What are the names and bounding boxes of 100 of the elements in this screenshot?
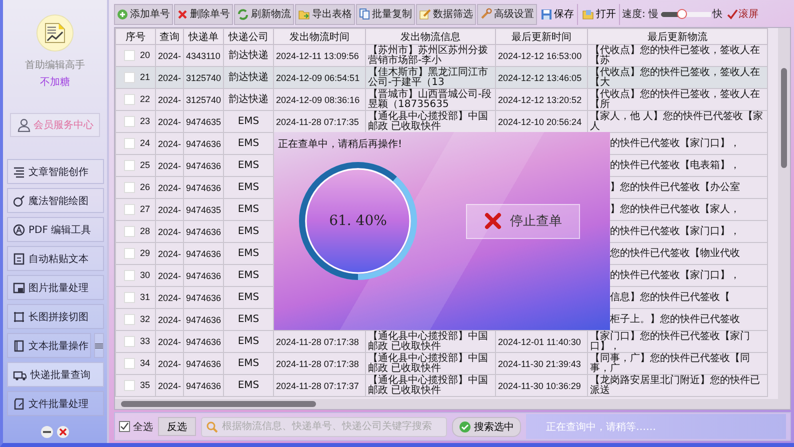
row-checkbox[interactable] (124, 270, 135, 281)
close-icon (484, 212, 502, 230)
row-number: 30 (140, 270, 150, 280)
save-icon (541, 8, 552, 20)
menu-button[interactable] (94, 333, 104, 358)
check-icon (726, 8, 738, 20)
table-cell: 9474636 (184, 132, 224, 154)
table-cell: 9474636 (184, 176, 224, 198)
row-checkbox[interactable] (124, 314, 135, 325)
notebook-icon (12, 340, 24, 352)
table-cell: EMS (224, 132, 274, 154)
open-folder-icon (582, 8, 594, 20)
row-checkbox[interactable] (124, 204, 135, 215)
table-cell: 2024-12-12 13:20:52 (496, 88, 588, 110)
row-checkbox[interactable] (124, 248, 135, 259)
horizontal-scrollbar[interactable] (115, 399, 778, 409)
row-checkbox[interactable] (124, 94, 135, 105)
table-cell: EMS (224, 154, 274, 176)
table-cell: 2024- (156, 286, 184, 308)
row-checkbox[interactable] (124, 226, 135, 237)
row-checkbox[interactable] (124, 72, 135, 83)
table-cell: 9474636 (184, 330, 224, 352)
toolbar-button[interactable]: 保存 (538, 4, 578, 24)
column-header[interactable]: 查询 (156, 28, 184, 44)
row-number: 20 (140, 50, 150, 60)
table-cell: 【家门口】您的快件已代签收【家门口】， (588, 330, 768, 352)
table-cell: 2024-11-30 21:39:43 (496, 352, 588, 374)
speed-slider[interactable] (660, 9, 711, 19)
refresh-icon (237, 8, 249, 20)
column-header[interactable]: 快递公司 (224, 28, 274, 44)
row-checkbox[interactable] (124, 160, 135, 171)
row-checkbox[interactable] (124, 182, 135, 193)
row-number: 25 (140, 160, 150, 170)
minimize-icon (43, 431, 51, 433)
toolbar-button[interactable]: 高级设置 (477, 4, 537, 24)
column-header[interactable]: 最后更新物流 (588, 28, 768, 44)
table-cell: 2024-12-09 06:54:51 (274, 66, 366, 88)
table-cell: 2024- (156, 66, 184, 88)
toolbar-button[interactable]: 导出表格 (295, 4, 355, 24)
toolbar-button[interactable]: 添加单号 (114, 4, 173, 24)
toolbar-button[interactable]: 删除单号 (174, 4, 233, 24)
nav-item[interactable]: 文章智能创作 (6, 159, 104, 184)
status-text: 正在查询中，请稍等…… (546, 420, 656, 434)
close-button[interactable] (57, 426, 69, 438)
toolbar-button[interactable]: 数据筛选 (416, 4, 476, 24)
table-cell: 2024- (156, 132, 184, 154)
nav-item[interactable]: 长图拼接切图 (6, 304, 104, 329)
table-cell: EMS (224, 286, 274, 308)
nav-item[interactable]: 文本批量操作 (6, 333, 90, 358)
row-checkbox[interactable] (124, 358, 135, 369)
table-cell: EMS (224, 264, 274, 286)
toolbar-button[interactable]: 打开 (579, 4, 620, 24)
table-cell: 2024- (156, 154, 184, 176)
nav-item[interactable]: PDF 编辑工具 (6, 217, 104, 242)
table-cell: 2024-12-09 08:36:16 (274, 88, 366, 110)
nav-item[interactable]: 文件批量处理 (6, 391, 104, 416)
nav-item[interactable]: 魔法智能绘图 (6, 188, 104, 213)
row-checkbox[interactable] (124, 292, 135, 303)
toolbar-button[interactable]: 刷新物流 (234, 4, 294, 24)
row-number: 35 (140, 380, 150, 390)
row-checkbox[interactable] (124, 336, 135, 347)
column-header[interactable]: 快递单 (184, 28, 224, 44)
crop-icon (12, 310, 24, 322)
table-cell: 的快件已代签收【电表箱】， (610, 160, 740, 170)
scroll-checkbox[interactable]: 滚屏 (726, 7, 759, 21)
table-cell: 2024- (156, 242, 184, 264)
check-icon (459, 420, 471, 432)
vertical-scrollbar[interactable] (778, 28, 790, 409)
nav-item[interactable]: 快递批量查询 (6, 362, 104, 387)
truck-icon (12, 368, 26, 380)
nav-item[interactable]: 自动粘贴文本 (6, 246, 104, 271)
table-cell: 2024- (156, 308, 184, 330)
table-cell: 2024- (156, 330, 184, 352)
table-cell: EMS (224, 330, 274, 352)
column-header[interactable]: 发出物流信息 (366, 28, 496, 44)
row-number: 23 (140, 116, 150, 126)
row-checkbox[interactable] (124, 380, 135, 391)
nav-item[interactable]: 图片批量处理 (6, 275, 104, 300)
column-header[interactable]: 最后更新时间 (496, 28, 588, 44)
copy-icon (359, 8, 370, 20)
column-header[interactable]: 序号 (116, 28, 156, 44)
table-cell: 2024- (156, 220, 184, 242)
table-cell: 柜子上。】您的快件已代签收 (610, 314, 740, 324)
search-selected-button[interactable]: 搜索选中 (452, 416, 521, 436)
row-checkbox[interactable] (124, 138, 135, 149)
table-cell: 【晋城市】山西晋城公司-段昱颖（18735635 (366, 88, 496, 110)
row-checkbox[interactable] (124, 50, 135, 61)
table-cell: 2024-12-10 20:56:24 (496, 110, 588, 132)
table-cell: 【佳木斯市】黑龙江同江市公司-于建平（13 (366, 66, 496, 88)
stop-button[interactable]: 停止查单 (466, 204, 580, 238)
select-all-checkbox[interactable]: 全选 (119, 420, 153, 434)
row-checkbox[interactable] (124, 116, 135, 127)
speed-label: 速度: 慢 (622, 8, 659, 21)
minimize-button[interactable] (41, 426, 53, 438)
table-cell: 2024- (156, 198, 184, 220)
invert-selection-button[interactable]: 反选 (158, 417, 196, 436)
column-header[interactable]: 发出物流时间 (274, 28, 366, 44)
toolbar-button[interactable]: 批量复制 (356, 4, 415, 24)
row-number: 27 (140, 204, 150, 214)
row-number: 26 (140, 182, 150, 192)
